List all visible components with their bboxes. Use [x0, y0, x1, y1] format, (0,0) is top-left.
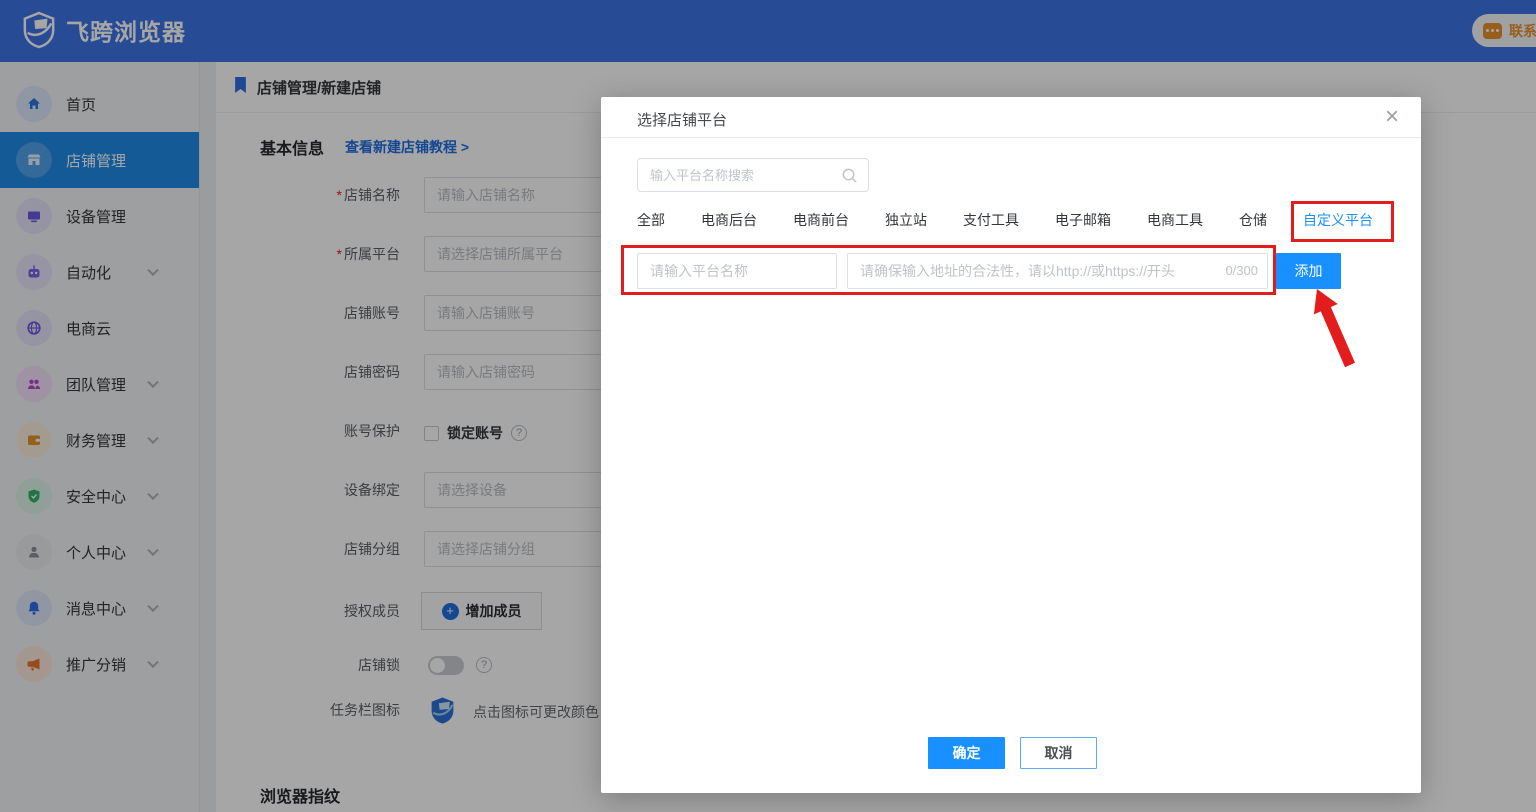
tab-ecommerce-tools[interactable]: 电商工具 [1147, 210, 1203, 242]
confirm-button[interactable]: 确定 [928, 737, 1005, 769]
add-platform-button[interactable]: 添加 [1276, 253, 1341, 289]
tab-custom-platform[interactable]: 自定义平台 [1303, 210, 1373, 242]
custom-platform-url-box: 0/300 [847, 253, 1268, 289]
tab-payment-tools[interactable]: 支付工具 [963, 210, 1019, 242]
modal-title: 选择店铺平台 [637, 112, 728, 129]
select-platform-modal: 选择店铺平台 × 全部 电商后台 电商前台 独立站 支付工具 电子邮箱 电商工具… [601, 97, 1421, 793]
tab-warehouse[interactable]: 仓储 [1239, 210, 1267, 242]
char-counter: 0/300 [1225, 263, 1258, 278]
modal-footer: 确定 取消 [601, 737, 1421, 769]
annotation-arrow [1313, 289, 1355, 368]
tab-ecommerce-backend[interactable]: 电商后台 [701, 210, 757, 242]
custom-platform-url-input[interactable] [848, 254, 1267, 288]
platform-search-input[interactable] [638, 159, 868, 191]
platform-search-box [637, 158, 869, 192]
tab-ecommerce-frontend[interactable]: 电商前台 [793, 210, 849, 242]
tab-all[interactable]: 全部 [637, 210, 665, 242]
platform-tabs: 全部 电商后台 电商前台 独立站 支付工具 电子邮箱 电商工具 仓储 自定义平台 [637, 210, 1373, 242]
custom-platform-name-input[interactable] [637, 253, 837, 289]
modal-header: 选择店铺平台 × [601, 97, 1421, 138]
tab-email[interactable]: 电子邮箱 [1055, 210, 1111, 242]
tab-independent-site[interactable]: 独立站 [885, 210, 927, 242]
close-icon[interactable]: × [1385, 104, 1399, 130]
search-icon [842, 168, 857, 183]
custom-platform-row: 0/300 添加 [601, 253, 1421, 289]
cancel-button[interactable]: 取消 [1020, 737, 1097, 769]
